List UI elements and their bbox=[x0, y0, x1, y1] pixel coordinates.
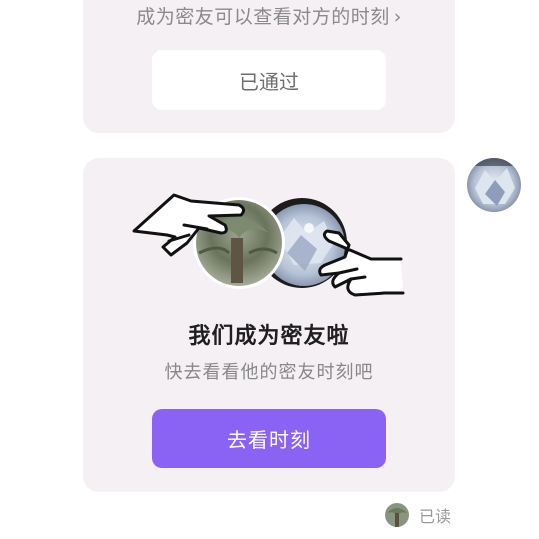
sender-avatar[interactable] bbox=[467, 158, 521, 212]
handshake-illustration bbox=[132, 193, 405, 297]
view-moments-hint[interactable]: 成为密友可以查看对方的时刻 › bbox=[83, 2, 455, 29]
chat-page: 成为密友可以查看对方的时刻 › 已通过 我们成为密友啦 快去看看他的密友时刻吧 … bbox=[0, 0, 539, 539]
read-status-text: 已读 bbox=[419, 507, 452, 526]
view-moments-button[interactable]: 去看时刻 bbox=[152, 409, 386, 468]
chevron-right-icon: › bbox=[393, 6, 402, 28]
close-friend-card: 我们成为密友啦 快去看看他的密友时刻吧 去看时刻 bbox=[83, 158, 455, 492]
hand-right-icon bbox=[318, 229, 405, 297]
reader-mini-avatar bbox=[385, 503, 409, 527]
passed-status-button[interactable]: 已通过 bbox=[152, 50, 386, 110]
card-subtitle: 快去看看他的密友时刻吧 bbox=[164, 362, 374, 383]
friend-request-card: 成为密友可以查看对方的时刻 › 已通过 bbox=[83, 0, 455, 133]
read-receipt: 已读 bbox=[385, 503, 451, 527]
hint-text: 成为密友可以查看对方的时刻 bbox=[136, 6, 390, 28]
card-title: 我们成为密友啦 bbox=[188, 324, 350, 349]
